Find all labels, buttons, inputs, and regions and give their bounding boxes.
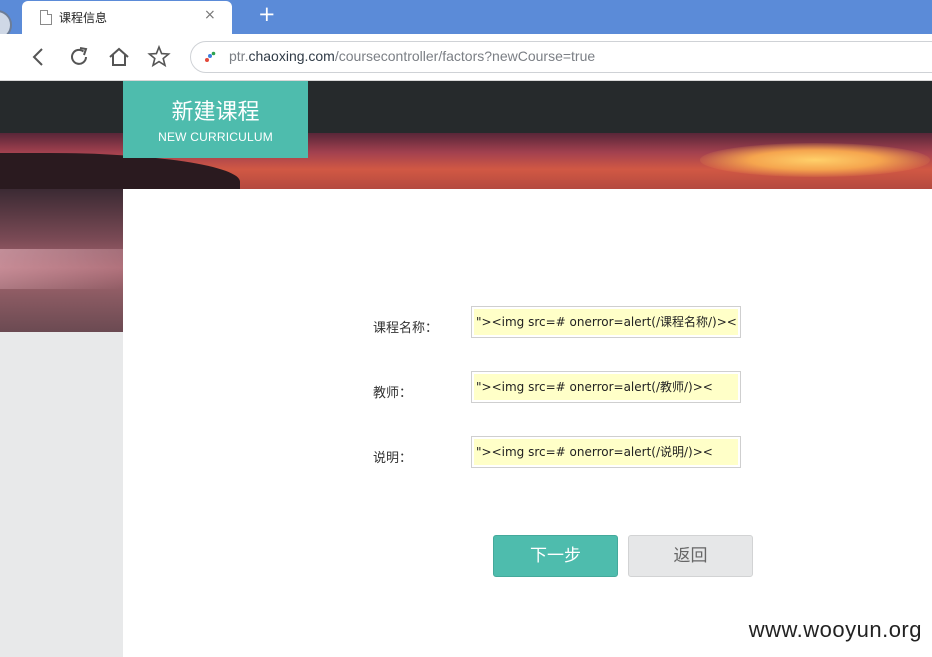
back-icon[interactable] bbox=[26, 44, 52, 70]
tab-title: 课程信息 bbox=[59, 11, 108, 25]
page-body: 新建课程 NEW CURRICULUM 课程名称： "><img src=# o… bbox=[0, 81, 932, 657]
teacher-input[interactable]: "><img src=# onerror=alert(/教师/)>< bbox=[471, 371, 741, 403]
close-tab-icon[interactable]: × bbox=[204, 7, 216, 23]
back-button[interactable]: 返回 bbox=[628, 535, 753, 577]
course-name-value: "><img src=# onerror=alert(/课程名称/)>< bbox=[474, 309, 738, 335]
page-title-box: 新建课程 NEW CURRICULUM bbox=[123, 81, 308, 158]
browser-tab-bar: 课程信息 × + bbox=[0, 0, 932, 40]
side-banner-image bbox=[0, 189, 123, 332]
course-name-label: 课程名称： bbox=[373, 321, 439, 336]
reload-icon[interactable] bbox=[66, 44, 92, 70]
course-name-input[interactable]: "><img src=# onerror=alert(/课程名称/)>< bbox=[471, 306, 741, 338]
page-icon bbox=[40, 10, 52, 25]
description-input[interactable]: "><img src=# onerror=alert(/说明/)>< bbox=[471, 436, 741, 468]
bookmark-star-icon[interactable] bbox=[146, 44, 172, 70]
home-icon[interactable] bbox=[106, 44, 132, 70]
form-card: 课程名称： "><img src=# onerror=alert(/课程名称/)… bbox=[123, 189, 932, 657]
page-subtitle: NEW CURRICULUM bbox=[158, 130, 273, 144]
description-label: 说明： bbox=[373, 451, 413, 466]
new-tab-button[interactable]: + bbox=[258, 2, 276, 26]
description-value: "><img src=# onerror=alert(/说明/)>< bbox=[474, 439, 738, 465]
browser-toolbar: ptr.chaoxing.com/coursecontroller/factor… bbox=[0, 34, 932, 81]
teacher-label: 教师： bbox=[373, 386, 413, 401]
address-bar[interactable]: ptr.chaoxing.com/coursecontroller/factor… bbox=[190, 41, 932, 73]
browser-tab[interactable]: 课程信息 × bbox=[22, 1, 232, 34]
teacher-value: "><img src=# onerror=alert(/教师/)>< bbox=[474, 374, 738, 400]
url-text[interactable]: ptr.chaoxing.com/coursecontroller/factor… bbox=[229, 48, 595, 64]
page-title: 新建课程 bbox=[171, 100, 260, 125]
watermark: www.wooyun.org bbox=[748, 617, 922, 642]
next-step-button[interactable]: 下一步 bbox=[493, 535, 618, 577]
site-icon bbox=[205, 51, 216, 62]
